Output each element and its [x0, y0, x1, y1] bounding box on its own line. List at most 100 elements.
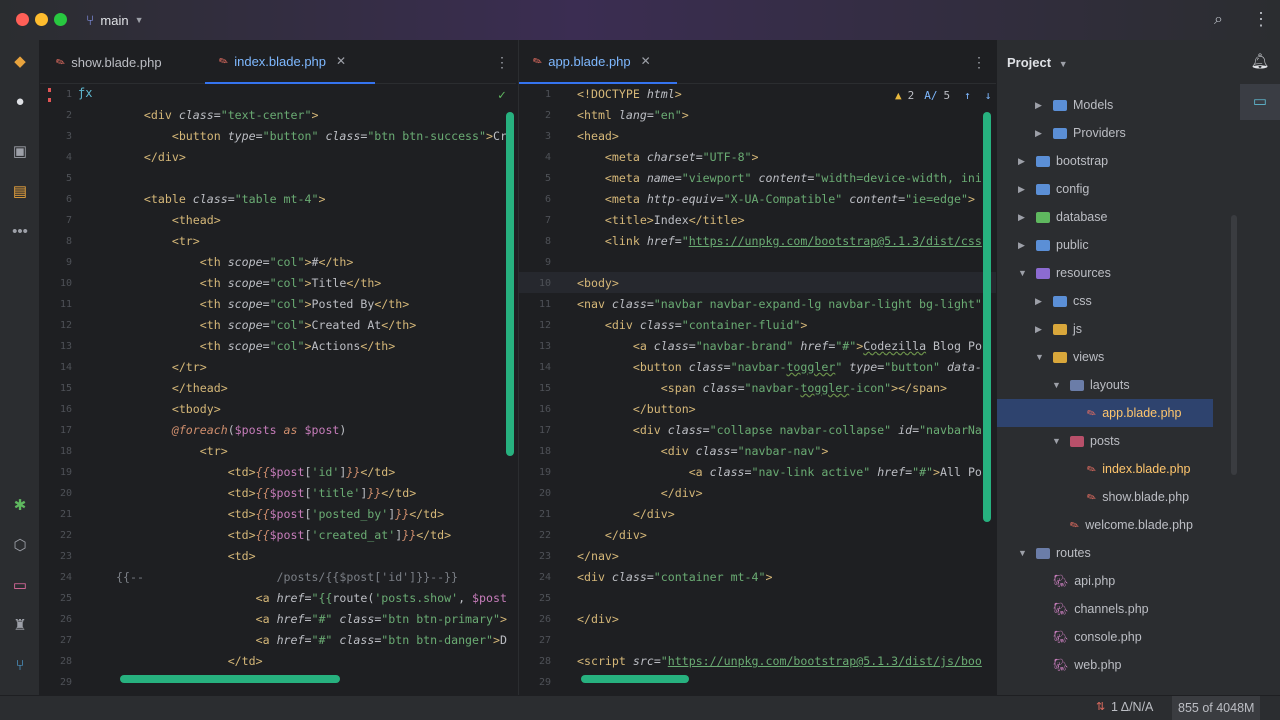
settings-icon[interactable]: ✱ [10, 496, 30, 516]
horizontal-scrollbar[interactable] [581, 675, 689, 683]
tab-index-blade[interactable]: ✎ index.blade.php ✕ [205, 40, 375, 84]
notifications-bell-icon[interactable]: 🔔︎ [1250, 52, 1270, 72]
tree-item-welcome-blade-php[interactable]: ✎ welcome.blade.php [997, 511, 1213, 539]
tree-item-js[interactable]: ▶ js [997, 315, 1213, 343]
tree-item-css[interactable]: ▶ css [997, 287, 1213, 315]
graphql-icon[interactable]: ⬡ [10, 536, 30, 556]
line-number: 17 [538, 425, 551, 436]
chevron-down-icon[interactable]: ▼ [1035, 352, 1049, 362]
database-icon[interactable]: ▤ [10, 182, 30, 202]
code-line: 20 </div> [519, 483, 996, 504]
right-tool-strip: 🔔︎ ▭ [1240, 40, 1280, 695]
project-title-label: Project [1007, 55, 1052, 70]
terminal-icon[interactable]: ▭ [10, 576, 30, 596]
line-number: 16 [59, 404, 72, 415]
tree-item-index-blade-php[interactable]: ✎ index.blade.php [997, 455, 1213, 483]
chevron-right-icon[interactable]: ▶ [1035, 128, 1049, 139]
left-code-editor[interactable]: ƒx ✓ 12 <div class="text-center"> 3 <butt… [40, 84, 518, 695]
code-line: 22 <td>{{$post['created_at']}}</td> [40, 525, 518, 546]
line-number: 27 [538, 635, 551, 646]
project-title[interactable]: Project ▼ [1007, 55, 1068, 70]
chevron-right-icon[interactable]: ▶ [1018, 156, 1032, 167]
branch-selector[interactable]: ⑂ main ▼ [86, 12, 144, 28]
code-text: <meta charset="UTF-8"> [604, 150, 759, 164]
close-tab-icon[interactable]: ✕ [336, 54, 346, 68]
tree-scrollbar[interactable] [1231, 215, 1237, 475]
tree-item-channels-php[interactable]: 🐘︎ channels.php [997, 595, 1213, 623]
tab-app-blade[interactable]: ✎ app.blade.php ✕ [519, 40, 677, 84]
code-line: 18 <div class="navbar-nav"> [519, 441, 996, 462]
git-icon[interactable]: ⑂ [10, 656, 30, 676]
right-tabs-menu-icon[interactable]: ⋮ [972, 54, 986, 71]
code-line: 20 <td>{{$post['title']}}</td> [40, 483, 518, 504]
right-code-editor[interactable]: ▲ 2 A∕ 5 ↑ ↓ 1 <!DOCTYPE html> 2 <html lang… [518, 84, 996, 695]
chevron-right-icon[interactable]: ▶ [1018, 184, 1032, 195]
chevron-down-icon[interactable]: ▼ [1052, 380, 1066, 390]
minimize-window-button[interactable] [35, 13, 48, 26]
project-tool-active[interactable]: ▭ [1240, 84, 1280, 120]
chevron-down-icon[interactable]: ▼ [1018, 548, 1032, 558]
chevron-down-icon: ▼ [1058, 59, 1068, 69]
code-line: 10 <body> [519, 273, 996, 294]
tree-item-Providers[interactable]: ▶ Providers [997, 119, 1213, 147]
code-text: </td> [227, 654, 263, 668]
tree-item-api-php[interactable]: 🐘︎ api.php [997, 567, 1213, 595]
code-line: 2 <html lang="en"> [519, 105, 996, 126]
tree-item-routes[interactable]: ▼ routes [997, 539, 1213, 567]
code-line: 17 <div class="collapse navbar-collapse"… [519, 420, 996, 441]
tree-item-bootstrap[interactable]: ▶ bootstrap [997, 147, 1213, 175]
search-icon[interactable]: ⌕ [1214, 11, 1223, 29]
tree-item-label: resources [1056, 266, 1111, 280]
tab-label: index.blade.php [234, 53, 327, 69]
chevron-right-icon[interactable]: ▶ [1035, 324, 1049, 335]
tree-item-show-blade-php[interactable]: ✎ show.blade.php [997, 483, 1213, 511]
chevron-down-icon[interactable]: ▼ [1052, 436, 1066, 446]
notifications-icon[interactable]: ♜ [10, 616, 30, 636]
code-text: <meta http-equiv="X-UA-Compatible" conte… [604, 192, 975, 206]
chevron-right-icon[interactable]: ▶ [1035, 100, 1049, 111]
vertical-scrollbar[interactable] [983, 112, 991, 522]
tree-item-public[interactable]: ▶ public [997, 231, 1213, 259]
tree-item-web-php[interactable]: 🐘︎ web.php [997, 651, 1213, 679]
line-number: 28 [59, 656, 72, 667]
tree-item-console-php[interactable]: 🐘︎ console.php [997, 623, 1213, 651]
commit-icon[interactable]: ◆ [10, 52, 30, 72]
tree-item-posts[interactable]: ▼ posts [997, 427, 1213, 455]
chevron-right-icon[interactable]: ▶ [1018, 240, 1032, 251]
code-line: 4 <meta charset="UTF-8"> [519, 147, 996, 168]
chevron-right-icon[interactable]: ▶ [1018, 212, 1032, 223]
structure-icon[interactable]: ▣ [10, 142, 30, 162]
tree-item-config[interactable]: ▶ config [997, 175, 1213, 203]
close-tab-icon[interactable]: ✕ [641, 54, 651, 68]
line-number: 29 [538, 677, 551, 688]
memory-indicator[interactable]: 855 of 4048M [1172, 696, 1261, 720]
tree-item-Models[interactable]: ▶ Models [997, 91, 1213, 119]
tree-item-database[interactable]: ▶ database [997, 203, 1213, 231]
code-line: 21 <td>{{$post['posted_by']}}</td> [40, 504, 518, 525]
tab-show-blade[interactable]: ✎ show.blade.php [54, 40, 206, 84]
close-window-button[interactable] [16, 13, 29, 26]
chevron-down-icon[interactable]: ▼ [1018, 268, 1032, 278]
left-tabs-menu-icon[interactable]: ⋮ [495, 54, 509, 71]
php-file-icon: 🐘︎ [1053, 602, 1069, 616]
tree-item-views[interactable]: ▼ views [997, 343, 1213, 371]
code-line: 24 <div class="container mt-4"> [519, 567, 996, 588]
tree-item-resources[interactable]: ▼ resources [997, 259, 1213, 287]
tree-item-app-blade-php[interactable]: ✎ app.blade.php [997, 399, 1213, 427]
code-text: <div class="container-fluid"> [604, 318, 808, 332]
github-icon[interactable]: ● [10, 92, 30, 112]
chevron-right-icon[interactable]: ▶ [1035, 296, 1049, 307]
line-number: 12 [59, 320, 72, 331]
more-tools-icon[interactable]: ••• [10, 222, 30, 242]
vertical-scrollbar[interactable] [506, 112, 514, 456]
folder-icon [1036, 155, 1050, 167]
code-text: <button class="navbar-toggler" type="but… [632, 360, 982, 374]
folder-icon [1036, 183, 1050, 195]
horizontal-scrollbar[interactable] [120, 675, 340, 683]
vcs-status[interactable]: 1 Δ/N/A [1111, 700, 1153, 714]
line-number: 2 [544, 110, 551, 121]
line-number: 6 [65, 194, 72, 205]
tree-item-layouts[interactable]: ▼ layouts [997, 371, 1213, 399]
zoom-window-button[interactable] [54, 13, 67, 26]
more-options-icon[interactable]: ⋮ [1252, 9, 1270, 30]
